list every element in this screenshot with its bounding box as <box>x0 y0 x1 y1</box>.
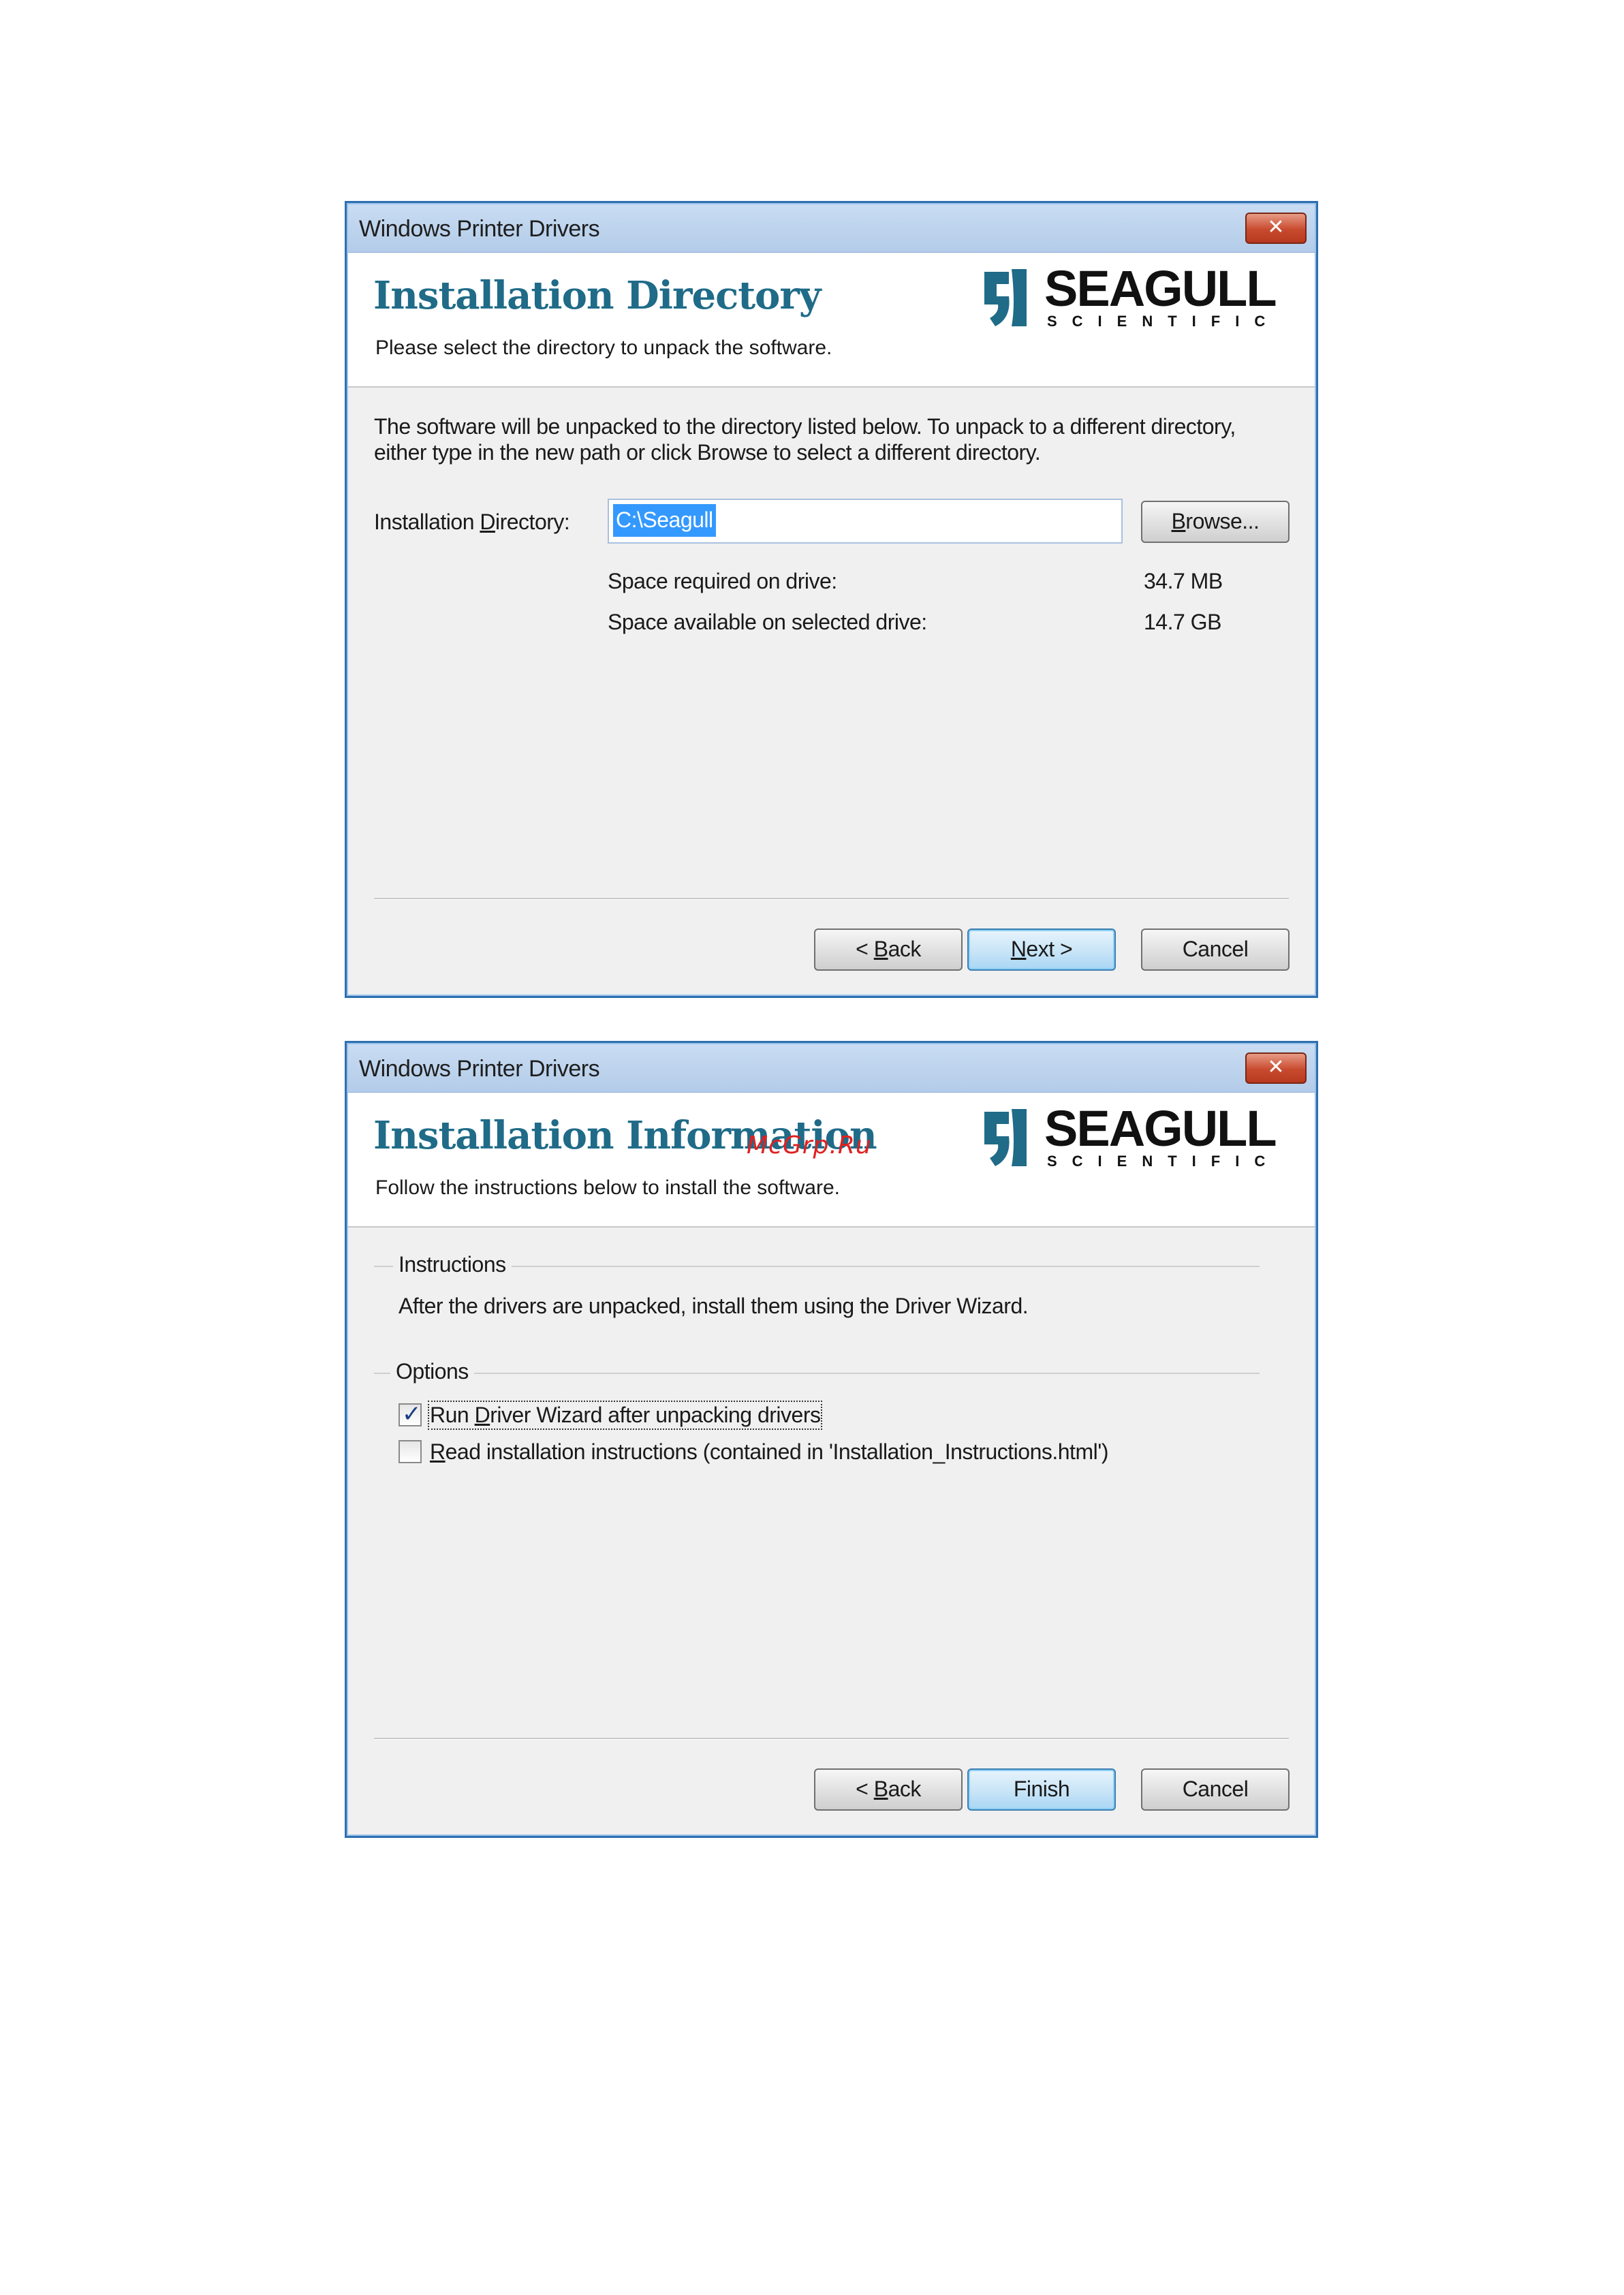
close-button[interactable]: ✕ <box>1245 1052 1307 1084</box>
title-bar[interactable]: Windows Printer Drivers ✕ <box>348 204 1315 253</box>
read-instructions-checkbox[interactable] <box>399 1440 422 1463</box>
space-required-value: 34.7 MB <box>1144 569 1223 593</box>
space-available-value: 14.7 GB <box>1144 610 1221 634</box>
space-required-label: Space required on drive: <box>608 569 837 593</box>
next-button[interactable]: Next > <box>967 928 1116 971</box>
instructions-group-label: Instructions <box>393 1252 512 1277</box>
seagull-logo: SEAGULL SCIENTIFIC <box>984 1104 1280 1170</box>
seagull-logo: SEAGULL SCIENTIFIC <box>984 264 1280 330</box>
installation-information-dialog: Windows Printer Drivers ✕ Installation I… <box>345 1041 1318 1838</box>
separator <box>374 898 1289 900</box>
watermark-text: McGrp.Ru <box>747 1131 872 1159</box>
read-instructions-label[interactable]: Read installation instructions (containe… <box>430 1439 1108 1465</box>
logo-sub: SCIENTIFIC <box>1047 313 1280 330</box>
description-line-1: The software will be unpacked to the dir… <box>374 414 1236 439</box>
wizard-header: Installation Information Follow the inst… <box>348 1093 1315 1228</box>
close-button[interactable]: ✕ <box>1245 213 1307 244</box>
options-group-line <box>374 1373 1260 1374</box>
separator <box>374 1738 1289 1740</box>
title-bar[interactable]: Windows Printer Drivers ✕ <box>348 1044 1315 1093</box>
wizard-header: Installation Directory Please select the… <box>348 253 1315 388</box>
header-subtitle: Please select the directory to unpack th… <box>375 337 832 359</box>
instructions-text: After the drivers are unpacked, install … <box>399 1294 1029 1318</box>
header-title: Installation Directory <box>373 273 821 318</box>
installation-directory-input[interactable]: C:\Seagull <box>608 499 1123 544</box>
logo-name: SEAGULL <box>1044 1104 1276 1157</box>
check-icon: ✓ <box>402 1401 422 1428</box>
installation-directory-label: Installation Directory: <box>374 510 570 534</box>
space-available-label: Space available on selected drive: <box>608 610 927 634</box>
logo-name: SEAGULL <box>1044 264 1276 317</box>
back-button[interactable]: < Back <box>814 928 963 971</box>
logo-sub: SCIENTIFIC <box>1047 1153 1280 1170</box>
installation-directory-value: C:\Seagull <box>613 504 716 537</box>
installation-directory-dialog: Windows Printer Drivers ✕ Installation D… <box>345 201 1318 998</box>
header-subtitle: Follow the instructions below to install… <box>375 1176 840 1199</box>
cancel-button[interactable]: Cancel <box>1141 928 1290 971</box>
run-driver-wizard-checkbox[interactable]: ✓ <box>399 1401 422 1428</box>
description-line-2: either type in the new path or click Bro… <box>374 440 1041 465</box>
finish-button[interactable]: Finish <box>967 1768 1116 1811</box>
browse-button[interactable]: Browse... <box>1141 501 1290 543</box>
window-title: Windows Printer Drivers <box>359 216 600 242</box>
cancel-button[interactable]: Cancel <box>1141 1768 1290 1811</box>
window-title: Windows Printer Drivers <box>359 1056 600 1082</box>
run-driver-wizard-label[interactable]: Run Driver Wizard after unpacking driver… <box>427 1401 823 1430</box>
options-group-label: Options <box>390 1359 474 1384</box>
back-button[interactable]: < Back <box>814 1768 963 1811</box>
